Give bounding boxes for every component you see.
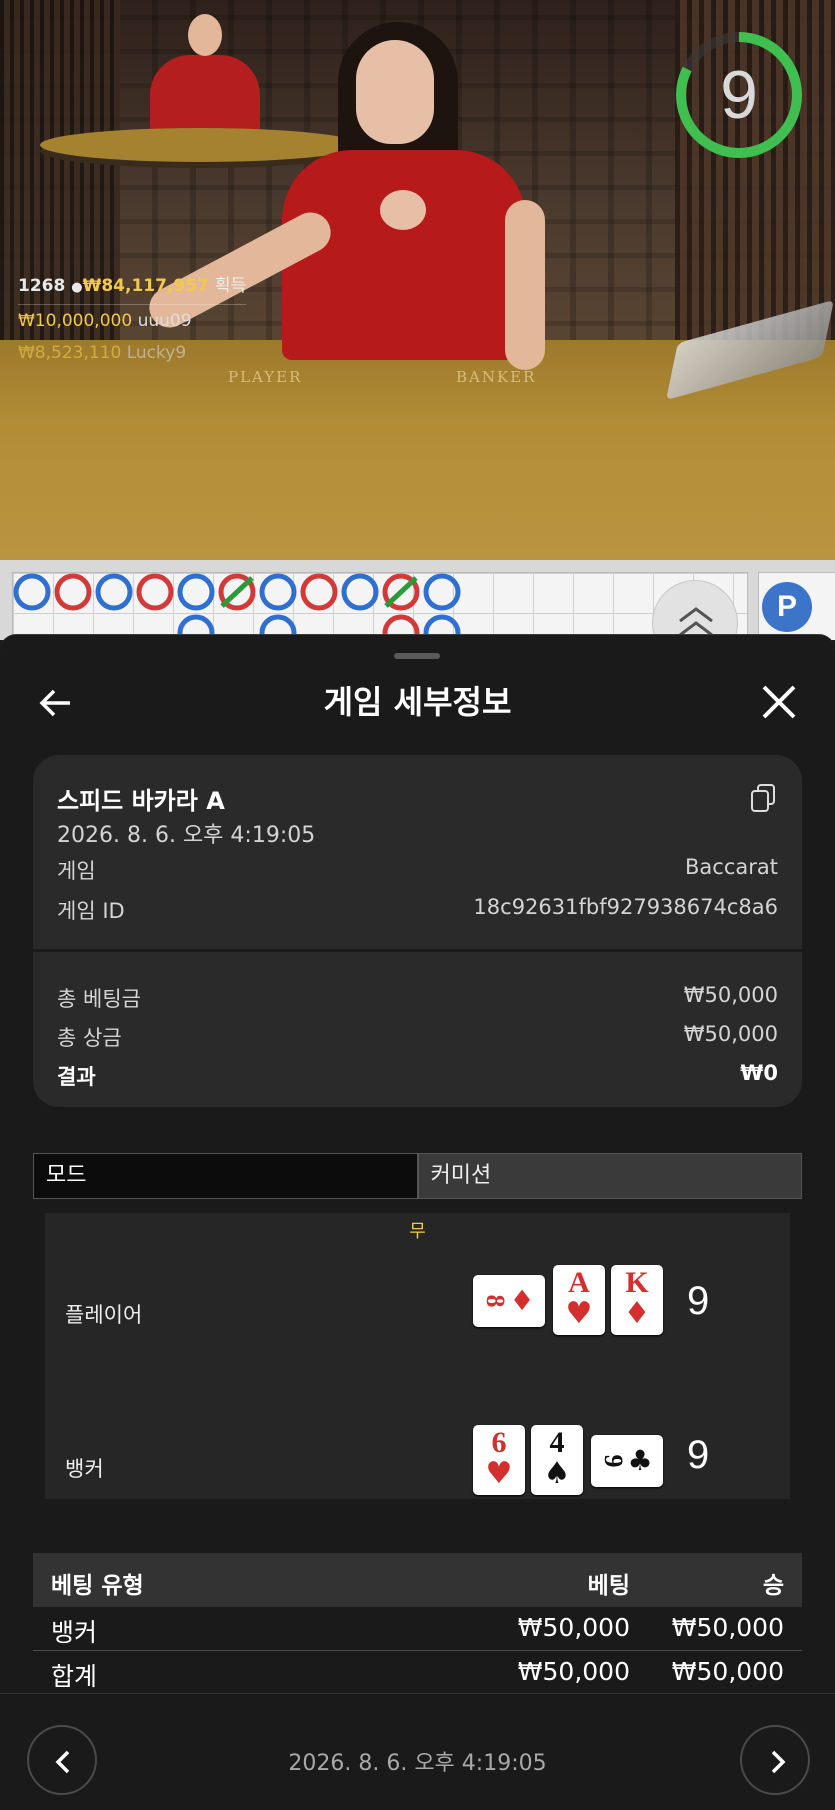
background-dealer-body bbox=[150, 55, 260, 135]
bet-amount: ₩50,000 bbox=[517, 1613, 630, 1642]
game-type-label: 게임 bbox=[57, 859, 96, 883]
top-winner-1-name: uuu09 bbox=[137, 311, 192, 331]
diamond-icon: ♦ bbox=[509, 1284, 535, 1317]
player-badge: P bbox=[762, 582, 812, 632]
bet-win-header: 승 bbox=[762, 1573, 784, 1599]
bead-road-marks bbox=[13, 573, 461, 640]
top-winner-2-amount: ₩8,523,110 bbox=[18, 343, 122, 363]
close-button[interactable] bbox=[760, 683, 798, 721]
dealer-body bbox=[282, 150, 526, 360]
background-dealer-head bbox=[188, 14, 222, 56]
footer-datetime: 2026. 8. 6. 오후 4:19:05 bbox=[288, 1751, 547, 1776]
total-won: ₩84,117,957 bbox=[82, 276, 209, 296]
game-details-sheet: 게임 세부정보 스피드 바카라 A 2026. 8. 6. 오후 4:19:05… bbox=[0, 634, 835, 1810]
roadmap-strip[interactable]: P bbox=[0, 560, 835, 640]
banker-total: 9 bbox=[687, 1433, 710, 1477]
dealer-arm-right bbox=[505, 200, 545, 370]
player-count: 1268 bbox=[18, 276, 66, 296]
player-hand-label: 플레이어 bbox=[65, 1303, 143, 1327]
result-label: 결과 bbox=[57, 1065, 96, 1089]
sheet-drag-handle[interactable] bbox=[394, 653, 440, 659]
player-card-2: K ♦ bbox=[611, 1265, 663, 1335]
diamond-icon: ♦ bbox=[623, 1296, 651, 1331]
bets-table-header: 베팅 유형 베팅 승 bbox=[33, 1553, 802, 1607]
tab-commission[interactable]: 커미션 bbox=[418, 1154, 801, 1198]
chevron-right-icon bbox=[771, 1750, 786, 1774]
result-row: 결과 ₩0 bbox=[57, 1061, 778, 1091]
top-winner-2-name: Lucky9 bbox=[126, 343, 187, 363]
card-rank: A bbox=[568, 1266, 590, 1299]
card-rank: 4 bbox=[549, 1426, 565, 1459]
outcome-badge: 무 bbox=[409, 1221, 426, 1242]
top-winner-2: ₩8,523,110 Lucky9 bbox=[18, 337, 246, 369]
countdown-timer: 9 bbox=[674, 30, 804, 160]
tab-mode[interactable]: 모드 bbox=[34, 1154, 419, 1198]
bet-win: ₩50,000 bbox=[671, 1613, 784, 1642]
total-payout-value: ₩50,000 bbox=[683, 1022, 778, 1046]
club-icon: ♣ bbox=[627, 1444, 653, 1477]
banker-card-2: 4 ♠ bbox=[531, 1425, 583, 1495]
copy-button[interactable] bbox=[749, 783, 777, 813]
spade-icon: ♠ bbox=[543, 1456, 571, 1491]
round-result: 무 플레이어 8 ♦ A ♥ K ♦ 9 뱅커 6 ♥ 4 ♠ 9 ♣ 9 bbox=[45, 1213, 790, 1499]
page-title: 게임 세부정보 bbox=[323, 683, 512, 721]
close-icon bbox=[762, 685, 796, 719]
table-row: 뱅커 ₩50,000 ₩50,000 bbox=[33, 1609, 802, 1651]
player-total: 9 bbox=[687, 1279, 710, 1323]
footer-divider bbox=[0, 1693, 835, 1694]
game-name: 스피드 바카라 A bbox=[57, 787, 225, 815]
banker-card-1: 6 ♥ bbox=[473, 1425, 525, 1495]
banker-card-3: 9 ♣ bbox=[591, 1435, 663, 1487]
total-payout-row: 총 상금 ₩50,000 bbox=[57, 1022, 778, 1052]
total-bet-label: 총 베팅금 bbox=[57, 987, 141, 1011]
table-label-player: PLAYER bbox=[228, 368, 303, 386]
heart-icon: ♥ bbox=[485, 1456, 513, 1491]
dealer-head bbox=[356, 40, 434, 144]
winners-summary: 1268 ●₩84,117,957 획득 bbox=[18, 270, 246, 304]
top-winner-1-amount: ₩10,000,000 bbox=[18, 311, 133, 331]
total-payout-label: 총 상금 bbox=[57, 1026, 122, 1050]
game-summary-card: 스피드 바카라 A 2026. 8. 6. 오후 4:19:05 게임 Bacc… bbox=[33, 755, 802, 1107]
game-id-label: 게임 ID bbox=[57, 899, 125, 923]
bet-type: 뱅커 bbox=[51, 1618, 98, 1647]
total-win-amount: ₩50,000 bbox=[671, 1657, 784, 1686]
game-type-value: Baccarat bbox=[685, 855, 778, 879]
bet-type-header: 베팅 유형 bbox=[51, 1573, 144, 1599]
game-datetime: 2026. 8. 6. 오후 4:19:05 bbox=[57, 823, 316, 848]
person-icon: ● bbox=[71, 280, 83, 295]
banker-hand-label: 뱅커 bbox=[65, 1457, 104, 1481]
copy-icon bbox=[751, 784, 775, 812]
mode-tabs: 모드 커미션 bbox=[33, 1153, 802, 1199]
heart-icon: ♥ bbox=[565, 1296, 593, 1331]
card-rank: K bbox=[625, 1266, 649, 1299]
winners-stats: 1268 ●₩84,117,957 획득 ₩10,000,000 uuu09 ₩… bbox=[18, 270, 247, 369]
card-divider bbox=[33, 949, 802, 952]
total-bet-value: ₩50,000 bbox=[683, 983, 778, 1007]
table-label-banker: BANKER bbox=[456, 368, 537, 386]
game-id-value[interactable]: 18c92631fbf927938674c8a6 bbox=[473, 895, 778, 925]
game-type-row: 게임 Baccarat bbox=[57, 855, 778, 885]
total-bet-amount: ₩50,000 bbox=[517, 1657, 630, 1686]
background-table bbox=[40, 128, 360, 162]
player-card-1: A ♥ bbox=[553, 1265, 605, 1335]
top-winner-1: ₩10,000,000 uuu09 bbox=[18, 304, 247, 337]
countdown-value: 9 bbox=[720, 57, 758, 133]
won-label: 획득 bbox=[214, 276, 247, 296]
next-round-button[interactable] bbox=[740, 1725, 810, 1795]
live-video: PLAYER BANKER 1268 ●₩84,117,957 획득 ₩10,0… bbox=[0, 0, 835, 560]
card-rank: 6 bbox=[491, 1426, 507, 1459]
player-card-3: 8 ♦ bbox=[473, 1275, 545, 1327]
result-value: ₩0 bbox=[740, 1061, 778, 1085]
game-id-row: 게임 ID 18c92631fbf927938674c8a6 bbox=[57, 895, 778, 925]
bet-amount-header: 베팅 bbox=[587, 1573, 630, 1599]
total-bet-row: 총 베팅금 ₩50,000 bbox=[57, 983, 778, 1013]
dealer-neckline bbox=[380, 190, 426, 230]
bets-total-row: 합계 ₩50,000 ₩50,000 bbox=[33, 1653, 802, 1695]
total-label: 합계 bbox=[51, 1662, 98, 1691]
